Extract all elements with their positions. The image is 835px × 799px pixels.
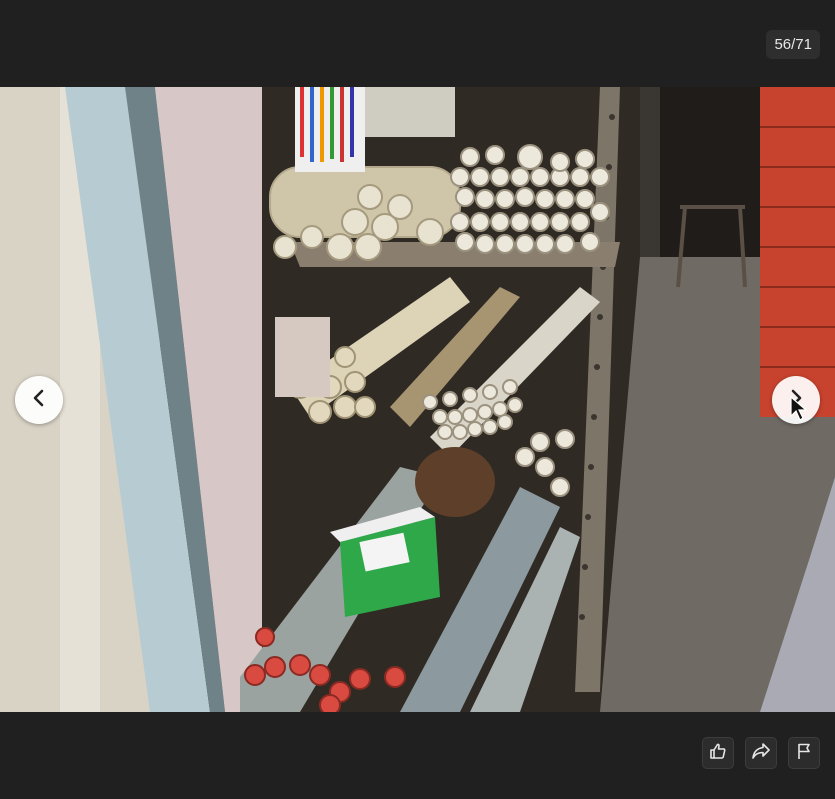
action-bar <box>702 737 820 769</box>
next-image-button[interactable] <box>772 376 820 424</box>
thumbs-up-icon <box>709 742 727 765</box>
chevron-left-icon <box>29 388 49 413</box>
report-button[interactable] <box>788 737 820 769</box>
previous-image-button[interactable] <box>15 376 63 424</box>
flag-icon <box>796 742 812 765</box>
gallery-photo <box>0 87 835 712</box>
chevron-right-icon <box>786 388 806 413</box>
image-viewer: 56/71 <box>0 0 835 799</box>
image-counter: 56/71 <box>766 30 820 59</box>
share-arrow-icon <box>751 742 771 765</box>
share-button[interactable] <box>745 737 777 769</box>
like-button[interactable] <box>702 737 734 769</box>
